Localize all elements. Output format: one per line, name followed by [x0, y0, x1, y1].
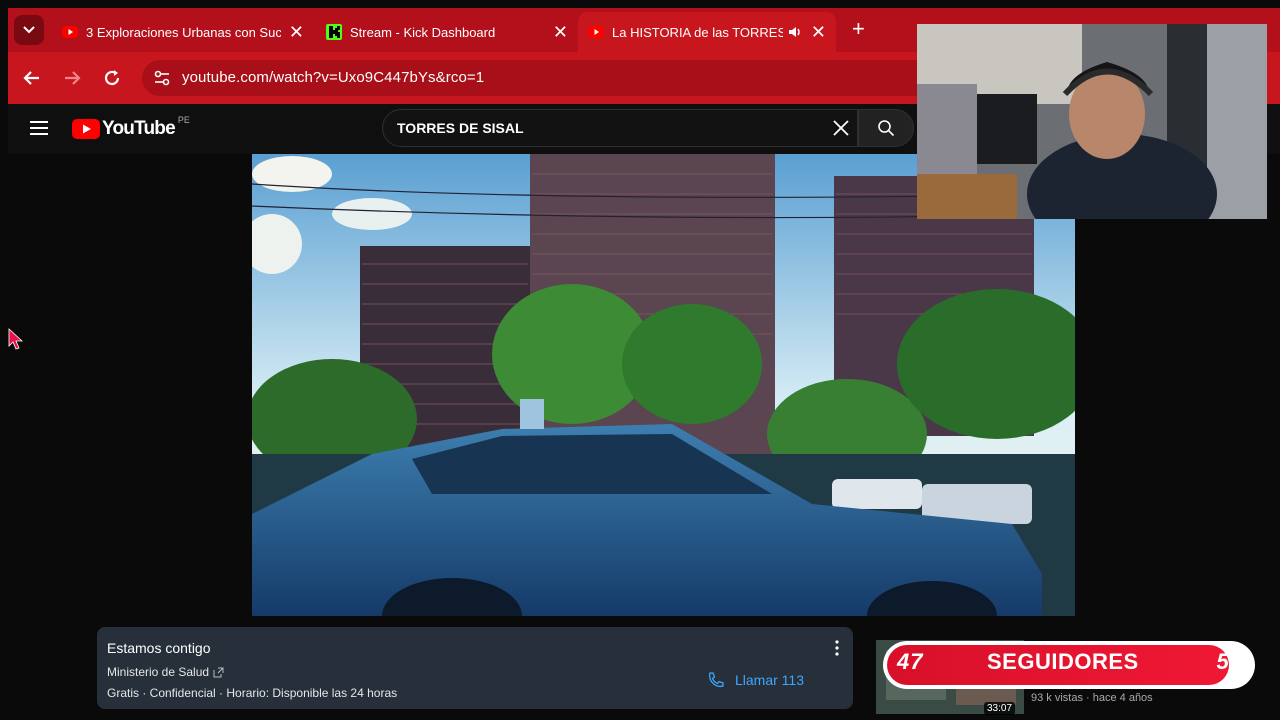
youtube-icon — [588, 26, 604, 38]
url-text: youtube.com/watch?v=Uxo9C447bYs&rco=1 — [182, 69, 485, 86]
health-info-panel: Estamos contigo Ministerio de Salud Grat… — [97, 627, 853, 709]
reload-button[interactable] — [100, 66, 124, 90]
clear-search-icon[interactable] — [831, 118, 851, 138]
goal-current-count: 47 — [897, 649, 924, 674]
search-input[interactable]: TORRES DE SISAL — [382, 109, 858, 147]
search-query: TORRES DE SISAL — [397, 120, 524, 136]
site-settings-icon[interactable] — [152, 68, 172, 88]
reload-icon — [104, 70, 120, 86]
youtube-logo[interactable]: YouTube PE — [72, 115, 190, 142]
back-button[interactable] — [20, 66, 44, 90]
youtube-icon — [62, 26, 78, 38]
panel-title: Estamos contigo — [107, 640, 211, 656]
arrow-right-icon — [65, 71, 81, 85]
logo-text: YouTube — [102, 118, 176, 139]
country-code: PE — [177, 115, 190, 125]
external-link-icon — [213, 667, 224, 677]
call-button[interactable]: Llamar 113 — [707, 671, 804, 689]
webcam-overlay — [917, 24, 1267, 219]
video-duration-badge: 33:07 — [984, 702, 1016, 715]
tab-exploraciones[interactable]: 3 Exploraciones Urbanas con Suce ✕ — [52, 12, 314, 52]
goal-label: SEGUIDORES — [987, 649, 1139, 674]
search-icon — [878, 120, 895, 137]
close-tab-icon[interactable]: ✕ — [811, 23, 826, 41]
search-button[interactable] — [858, 109, 914, 147]
panel-source[interactable]: Ministerio de Salud — [107, 665, 224, 679]
kick-icon — [326, 24, 342, 40]
forward-button[interactable] — [60, 66, 84, 90]
tab-search-button[interactable] — [14, 15, 44, 45]
close-tab-icon[interactable]: ✕ — [289, 23, 304, 41]
tab-title: 3 Exploraciones Urbanas con Suce — [86, 24, 281, 40]
menu-icon[interactable] — [30, 121, 48, 135]
arrow-left-icon — [23, 71, 39, 85]
video-frame-image — [252, 154, 1075, 616]
mouse-pointer-icon — [8, 328, 24, 350]
tab-title: Stream - Kick Dashboard — [350, 24, 496, 40]
follower-goal-overlay: 47 SEGUIDORES 50 — [883, 641, 1255, 689]
goal-target-count: 50 — [1216, 649, 1241, 674]
recommended-video-meta: 93 k vistas · hace 4 años — [1031, 692, 1153, 704]
speaker-icon[interactable] — [787, 24, 803, 40]
tab-kick-dashboard[interactable]: Stream - Kick Dashboard ✕ — [316, 12, 578, 52]
chevron-down-icon — [23, 26, 35, 34]
panel-details: Gratis · Confidencial · Horario: Disponi… — [107, 686, 398, 700]
more-options-icon[interactable] — [831, 639, 843, 657]
close-tab-icon[interactable]: ✕ — [553, 23, 568, 41]
webcam-feed-image — [917, 24, 1267, 219]
source-link[interactable]: Ministerio de Salud — [107, 665, 209, 679]
phone-icon — [709, 672, 724, 688]
youtube-play-icon — [72, 119, 100, 139]
tab-historia-torres[interactable]: La HISTORIA de las TORRES DE ✕ — [578, 12, 836, 52]
video-player[interactable] — [252, 154, 1075, 616]
tab-title: La HISTORIA de las TORRES DE — [612, 24, 783, 40]
new-tab-button[interactable]: + — [852, 18, 865, 40]
call-label: Llamar 113 — [735, 672, 805, 688]
